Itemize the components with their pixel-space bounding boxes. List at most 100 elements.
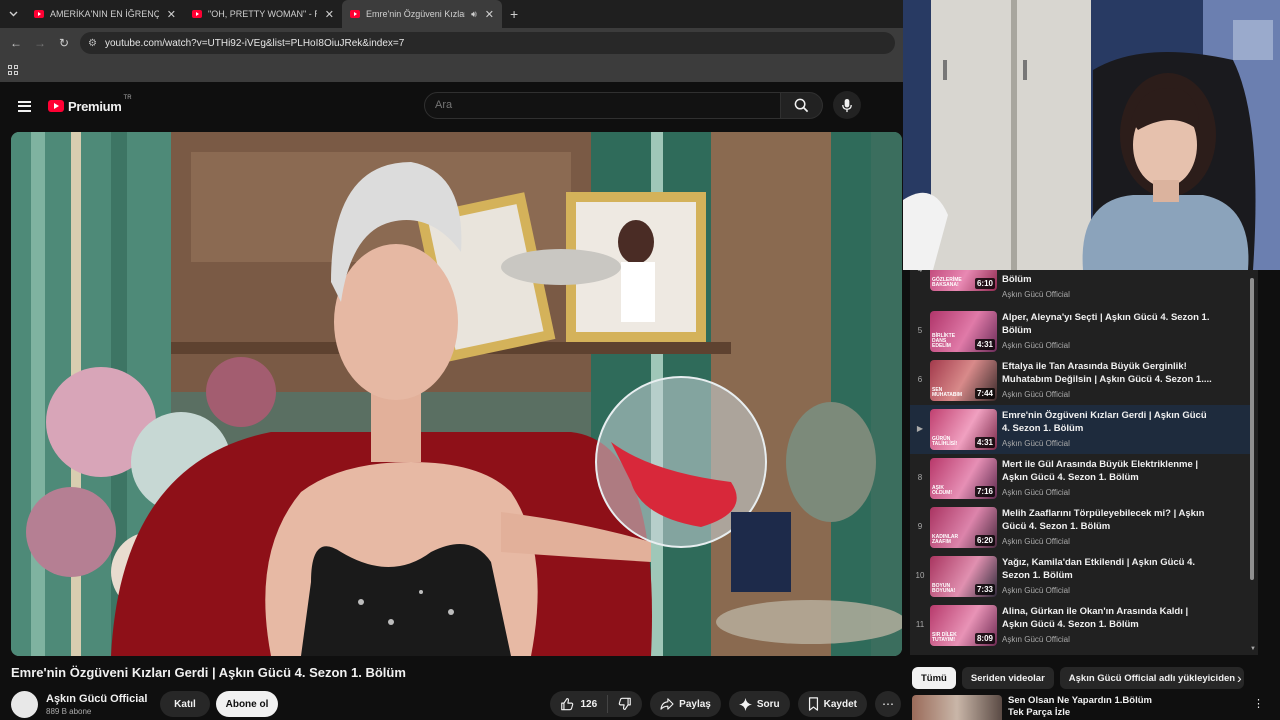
playlist-item-title: Yağız, Kamila'dan Etkilendi | Aşkın Gücü… — [1002, 557, 1196, 581]
thumbs-down-icon — [618, 697, 631, 710]
scroll-down-icon[interactable]: ▼ — [1250, 646, 1256, 652]
tab-title: Emre'nin Özgüveni Kızları G — [366, 9, 465, 19]
playlist-item-title: Alina, Gürkan ile Okan'ın Arasında Kaldı… — [1002, 606, 1189, 630]
reload-icon[interactable]: ↻ — [52, 36, 76, 50]
like-button[interactable]: 126 — [550, 695, 609, 713]
thumbnail-caption: GÖZLERİME BAKSANA! — [932, 277, 962, 288]
save-button[interactable]: Kaydet — [797, 691, 867, 717]
screen: AMERİKA'NIN EN İĞRENÇ PRO ✕ "OH, PRETTY … — [0, 0, 1280, 720]
close-tab-icon[interactable]: ✕ — [485, 8, 494, 21]
playlist-item-text: Mert ile Gül Arasında Büyük Elektriklenm… — [1002, 454, 1212, 503]
playlist-item[interactable]: 8 AŞIK OLDUM! 7:16 Mert ile Gül Arasında… — [910, 454, 1250, 503]
close-tab-icon[interactable]: ✕ — [325, 8, 334, 21]
channel-avatar[interactable] — [11, 690, 38, 718]
chevron-down-icon — [9, 11, 17, 17]
playlist-item-title: Emre'nin Özgüveni Kızları Gerdi | Aşkın … — [1002, 410, 1207, 434]
chevron-right-icon[interactable]: › — [1237, 670, 1242, 686]
ask-button[interactable]: Soru — [728, 691, 790, 717]
thumbnail-caption: SIR DİLEK TUTAYIM! — [932, 632, 957, 643]
chip-from-series[interactable]: Seriden videolar — [961, 667, 1054, 689]
back-icon[interactable]: ← — [4, 36, 28, 50]
youtube-logo-icon — [48, 100, 64, 112]
tab-search-button[interactable] — [0, 0, 26, 28]
browser-tab-3-active[interactable]: Emre'nin Özgüveni Kızları G 🔊︎ ✕ — [342, 0, 502, 28]
menu-icon[interactable] — [18, 100, 31, 112]
playlist-item[interactable]: 11 SIR DİLEK TUTAYIM! 8:09 Alina, Gürkan… — [910, 601, 1250, 650]
bookmarks-bar — [0, 58, 903, 82]
playlist-item[interactable]: 6 SEN MUHATABIM 7:44 Eftalya ile Tan Ara… — [910, 356, 1250, 405]
thumbnail-caption: SEN MUHATABIM — [932, 387, 963, 398]
duration-badge: 7:44 — [974, 388, 995, 399]
playlist-item-text: Yağız, Kamila'dan Etkilendi | Aşkın Gücü… — [1002, 552, 1212, 601]
search-input[interactable] — [424, 91, 781, 119]
recommended-video[interactable]: Sen Olsan Ne Yapardın 1.Bölüm Tek Parça … — [912, 695, 1272, 720]
playlist-thumbnail: AŞIK OLDUM! 7:16 — [930, 458, 997, 499]
youtube-favicon-icon — [350, 10, 360, 18]
playlist-item[interactable]: 5 BİRLİKTE DANS EDELİM 4:31 Alper, Aleyn… — [910, 307, 1250, 356]
playlist-thumbnail: GÜRÜN TALİHLİSİ! 4:31 — [930, 409, 997, 450]
video-player[interactable] — [11, 132, 902, 656]
more-vertical-icon[interactable]: ⋮ — [1253, 697, 1264, 710]
subscriber-count: 889 B abone — [46, 706, 92, 716]
playlist-index: 5 — [917, 326, 923, 335]
playlist-index: 10 — [915, 571, 925, 580]
thumbnail-caption: BİRLİKTE DANS EDELİM — [932, 333, 956, 349]
playlist-item-channel: Aşkın Gücü Official — [1002, 537, 1070, 546]
channel-meta: Aşkın Gücü Official 889 B abone — [46, 693, 150, 716]
url-field[interactable]: ⚙ youtube.com/watch?v=UTHi92-iVEg&list=P… — [80, 32, 895, 54]
recommendation-filter-chips: Tümü Seriden videolar Aşkın Gücü Officia… — [912, 666, 1252, 690]
playlist-panel: 4 GÖZLERİME BAKSANA! 6:10 Bölüm Aşkın Gü… — [910, 270, 1258, 655]
subscribe-button[interactable]: Abone ol — [216, 691, 278, 717]
video-actions: 126 Paylaş Soru Kaydet ⋯ — [550, 691, 901, 717]
browser-tab-1[interactable]: AMERİKA'NIN EN İĞRENÇ PRO ✕ — [26, 0, 184, 28]
channel-name[interactable]: Aşkın Gücü Official — [46, 693, 150, 705]
playlist-scrollbar[interactable] — [1250, 278, 1254, 580]
new-tab-icon[interactable]: + — [510, 6, 518, 22]
video-frame-image — [11, 132, 902, 656]
site-info-icon[interactable]: ⚙ — [88, 38, 97, 49]
duration-badge: 4:31 — [974, 339, 995, 350]
save-label: Kaydet — [823, 698, 857, 710]
voice-search-button[interactable] — [833, 91, 861, 119]
playlist-item-current[interactable]: ▶ GÜRÜN TALİHLİSİ! 4:31 Emre'nin Özgüven… — [910, 405, 1250, 454]
duration-badge: 8:09 — [974, 633, 995, 644]
channel-row: Aşkın Gücü Official 889 B abone Katıl Ab… — [11, 689, 901, 719]
chip-all[interactable]: Tümü — [912, 667, 956, 689]
url-text: youtube.com/watch?v=UTHi92-iVEg&list=PLH… — [104, 37, 405, 49]
playlist-thumbnail: GÖZLERİME BAKSANA! 6:10 — [930, 270, 997, 291]
apps-grid-icon[interactable] — [8, 65, 18, 75]
search-button[interactable] — [781, 91, 823, 119]
playlist-item[interactable]: 9 KADINLAR ZAAFIM 6:20 Melih Zaaflarını … — [910, 503, 1250, 552]
like-dislike-group: 126 — [550, 691, 643, 717]
dislike-button[interactable] — [608, 697, 642, 711]
chip-from-uploader[interactable]: Aşkın Gücü Official adlı yükleyiciden — [1059, 667, 1245, 689]
playlist-thumbnail: SIR DİLEK TUTAYIM! 8:09 — [930, 605, 997, 646]
join-button[interactable]: Katıl — [160, 691, 210, 717]
youtube-favicon-icon — [34, 10, 44, 18]
browser-tab-2[interactable]: "OH, PRETTY WOMAN" - Roy O ✕ — [184, 0, 342, 28]
webcam-image — [903, 0, 1280, 270]
duration-badge: 7:16 — [974, 486, 995, 497]
thumbnail-caption: AŞIK OLDUM! — [932, 485, 952, 496]
speaker-icon[interactable]: 🔊︎ — [471, 9, 477, 20]
thumbnail-caption: KADINLAR ZAAFIM — [932, 534, 959, 545]
share-button[interactable]: Paylaş — [650, 691, 721, 717]
more-actions-icon[interactable]: ⋯ — [875, 691, 901, 717]
playlist-item[interactable]: 10 BOYUN BOYUNA! 7:33 Yağız, Kamila'dan … — [910, 552, 1250, 601]
youtube-premium-logo[interactable]: Premium TR — [48, 95, 132, 114]
address-bar: ← → ↻ ⚙ youtube.com/watch?v=UTHi92-iVEg&… — [0, 28, 903, 58]
playlist-item-text: Emre'nin Özgüveni Kızları Gerdi | Aşkın … — [1002, 405, 1212, 454]
playlist-item-title: Eftalya ile Tan Arasında Büyük Gerginlik… — [1002, 361, 1212, 385]
playlist-item-text: Melih Zaaflarını Törpüleyebilecek mi? | … — [1002, 503, 1212, 552]
playlist-item-channel: Aşkın Gücü Official — [1002, 635, 1070, 644]
playlist-item-channel: Aşkın Gücü Official — [1002, 390, 1070, 399]
playlist-index: 8 — [917, 473, 923, 482]
forward-icon[interactable]: → — [28, 36, 52, 50]
close-tab-icon[interactable]: ✕ — [167, 8, 176, 21]
playlist-item-channel: Aşkın Gücü Official — [1002, 488, 1070, 497]
playlist-item[interactable]: 4 GÖZLERİME BAKSANA! 6:10 Bölüm Aşkın Gü… — [910, 270, 1250, 299]
playlist-index: 6 — [917, 375, 923, 384]
playlist-index: 4 — [910, 270, 930, 295]
like-count: 126 — [580, 698, 598, 710]
playlist-item-title: Bölüm — [1002, 274, 1032, 285]
